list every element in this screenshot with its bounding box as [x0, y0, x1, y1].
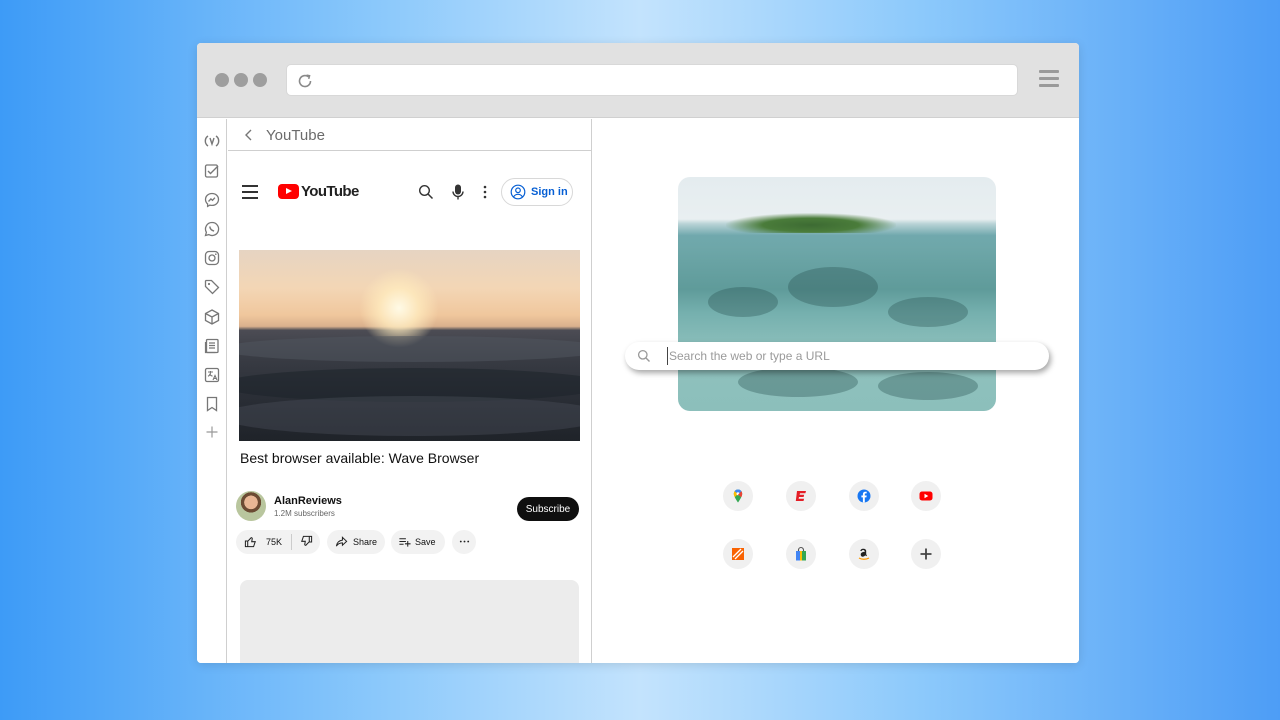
avatar[interactable]: [236, 491, 266, 521]
reef-shape: [878, 372, 978, 400]
video-title[interactable]: Best browser available: Wave Browser: [240, 450, 479, 466]
shortcut-facebook[interactable]: [849, 481, 879, 511]
youtube-logo-text: YouTube: [301, 183, 359, 200]
add-shortcut-button[interactable]: [911, 539, 941, 569]
youtube-logo[interactable]: YouTube: [278, 183, 359, 200]
reef-shape: [788, 267, 878, 307]
wave-shape: [239, 336, 580, 362]
new-tab-search-box[interactable]: [625, 342, 1049, 370]
save-label: Save: [415, 537, 436, 547]
island-image: [726, 213, 896, 233]
tasks-icon[interactable]: [203, 162, 221, 180]
bookmark-icon[interactable]: [203, 395, 221, 413]
share-label: Share: [353, 537, 378, 547]
youtube-play-icon: [278, 184, 299, 199]
more-actions-button[interactable]: [452, 530, 476, 554]
shortcut-amazon[interactable]: [849, 539, 879, 569]
window-controls: [215, 73, 267, 87]
shortcut-youtube[interactable]: [911, 481, 941, 511]
menu-icon[interactable]: [242, 185, 258, 199]
video-actions: 75K Share Save: [236, 530, 586, 554]
thumbs-up-icon[interactable]: [244, 535, 257, 550]
panel-header: YouTube: [228, 119, 591, 151]
account-icon: [510, 184, 526, 200]
save-button[interactable]: Save: [391, 530, 445, 554]
window-dot[interactable]: [253, 73, 267, 87]
shopping-bag-icon: [796, 546, 806, 561]
subscriber-count: 1.2M subscribers: [274, 509, 335, 518]
panel-title: YouTube: [266, 127, 325, 144]
more-horizontal-icon: [458, 535, 471, 550]
channel-row: AlanReviews 1.2M subscribers Subscribe: [236, 491, 586, 523]
shortcut-espn[interactable]: [786, 481, 816, 511]
hero-image: [678, 177, 996, 411]
video-thumbnail[interactable]: [239, 250, 580, 441]
wave-shape: [239, 396, 580, 436]
facebook-icon: [857, 489, 871, 503]
more-vertical-icon[interactable]: [482, 184, 488, 200]
messenger-icon[interactable]: [203, 191, 221, 209]
playlist-add-icon: [398, 535, 411, 550]
divider: [291, 534, 293, 550]
search-icon[interactable]: [418, 184, 434, 200]
chevron-left-icon[interactable]: [242, 128, 256, 142]
like-dislike-group: 75K: [236, 530, 320, 554]
instagram-icon[interactable]: [203, 249, 221, 267]
window-dot[interactable]: [234, 73, 248, 87]
youtube-topbar: YouTube Sign in: [228, 174, 591, 210]
amazon-icon: [858, 548, 870, 560]
sidebar: [197, 119, 227, 663]
youtube-icon: [919, 491, 933, 501]
google-maps-icon: [733, 489, 743, 503]
plus-icon[interactable]: [203, 423, 221, 441]
address-bar[interactable]: [286, 64, 1018, 96]
search-icon: [637, 349, 651, 363]
like-count[interactable]: 75K: [266, 537, 282, 547]
espn-icon: [795, 491, 806, 501]
home-depot-icon: [732, 548, 744, 560]
package-icon[interactable]: [203, 308, 221, 326]
title-bar: [197, 43, 1079, 118]
hamburger-menu-icon[interactable]: [1039, 70, 1059, 90]
youtube-side-panel: YouTube YouTube Sign in Best browser ava…: [228, 119, 592, 663]
sign-in-button[interactable]: Sign in: [501, 178, 573, 206]
plus-icon: [920, 548, 932, 560]
reef-shape: [888, 297, 968, 327]
search-input[interactable]: [667, 347, 1027, 365]
tag-icon[interactable]: [203, 278, 221, 296]
news-icon[interactable]: [203, 337, 221, 355]
sign-in-label: Sign in: [531, 186, 568, 198]
reload-icon[interactable]: [295, 71, 315, 91]
new-tab-page: [593, 119, 1079, 663]
reef-shape: [738, 367, 858, 397]
loading-placeholder: [240, 580, 579, 663]
wave-logo-icon[interactable]: [203, 132, 221, 150]
reef-shape: [708, 287, 778, 317]
shortcut-home-depot[interactable]: [723, 539, 753, 569]
microphone-icon[interactable]: [451, 183, 465, 201]
thumbs-down-icon[interactable]: [300, 535, 313, 550]
whatsapp-icon[interactable]: [203, 220, 221, 238]
browser-window: YouTube YouTube Sign in Best browser ava…: [197, 43, 1079, 663]
window-dot[interactable]: [215, 73, 229, 87]
channel-name[interactable]: AlanReviews: [274, 495, 342, 507]
subscribe-button[interactable]: Subscribe: [517, 497, 579, 521]
translate-icon[interactable]: [203, 366, 221, 384]
shortcut-google-maps[interactable]: [723, 481, 753, 511]
share-button[interactable]: Share: [327, 530, 385, 554]
share-icon: [335, 535, 348, 550]
shortcut-shopping[interactable]: [786, 539, 816, 569]
